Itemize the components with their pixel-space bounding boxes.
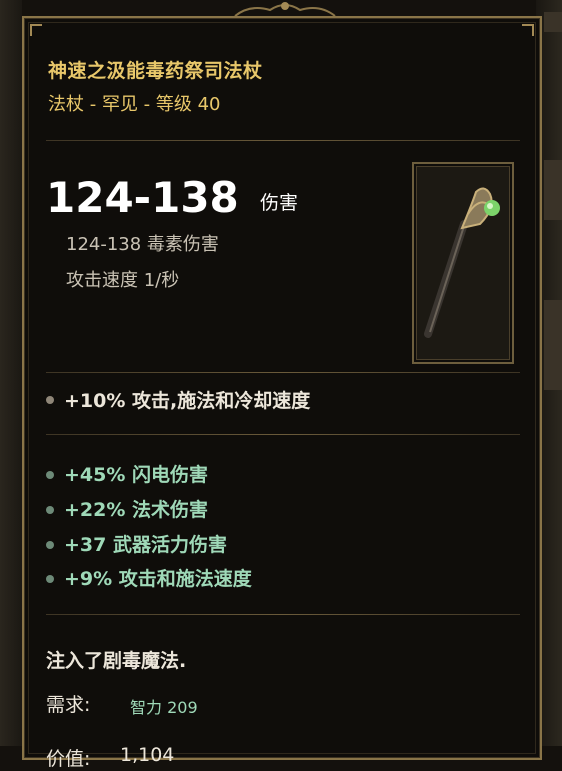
value-amount: 1,104: [120, 744, 175, 766]
divider: [46, 434, 520, 435]
divider: [46, 614, 520, 615]
attack-speed-line: 攻击速度 1/秒: [66, 270, 180, 291]
corner-ornament: [30, 24, 42, 36]
requirement-value: 智力 209: [130, 698, 198, 717]
item-image: [412, 162, 514, 364]
affix-stat: +45% 闪电伤害: [64, 464, 209, 486]
right-frame-segment: [544, 160, 562, 220]
stat-bullet: [46, 541, 54, 549]
damage-range: 124-138: [46, 173, 239, 222]
implicit-stat: +10% 攻击,施法和冷却速度: [64, 390, 311, 412]
staff-icon: [424, 187, 500, 338]
affix-stat: +22% 法术伤害: [64, 499, 209, 521]
affix-stat: +9% 攻击和施法速度: [64, 568, 252, 590]
stat-bullet: [46, 575, 54, 583]
value-label: 价值:: [46, 748, 91, 770]
damage-label: 伤害: [260, 192, 299, 214]
item-type-rarity-level: 法杖 - 罕见 - 等级 40: [48, 94, 221, 115]
right-frame-segment: [544, 12, 562, 32]
item-tooltip: 神速之汲能毒药祭司法杖 法杖 - 罕见 - 等级 40 124-138 伤害 1…: [22, 16, 542, 770]
divider: [46, 140, 520, 141]
divider: [46, 372, 520, 373]
damage-type-line: 124-138 毒素伤害: [66, 234, 219, 255]
left-background: [0, 0, 22, 746]
stat-bullet: [46, 506, 54, 514]
right-frame-segment: [544, 300, 562, 390]
corner-ornament: [522, 24, 534, 36]
affix-stat: +37 武器活力伤害: [64, 534, 227, 556]
requirement-label: 需求:: [46, 694, 91, 716]
stat-bullet: [46, 471, 54, 479]
item-name: 神速之汲能毒药祭司法杖: [48, 60, 263, 82]
lore-text: 注入了剧毒魔法.: [46, 650, 187, 672]
stat-bullet: [46, 396, 54, 404]
